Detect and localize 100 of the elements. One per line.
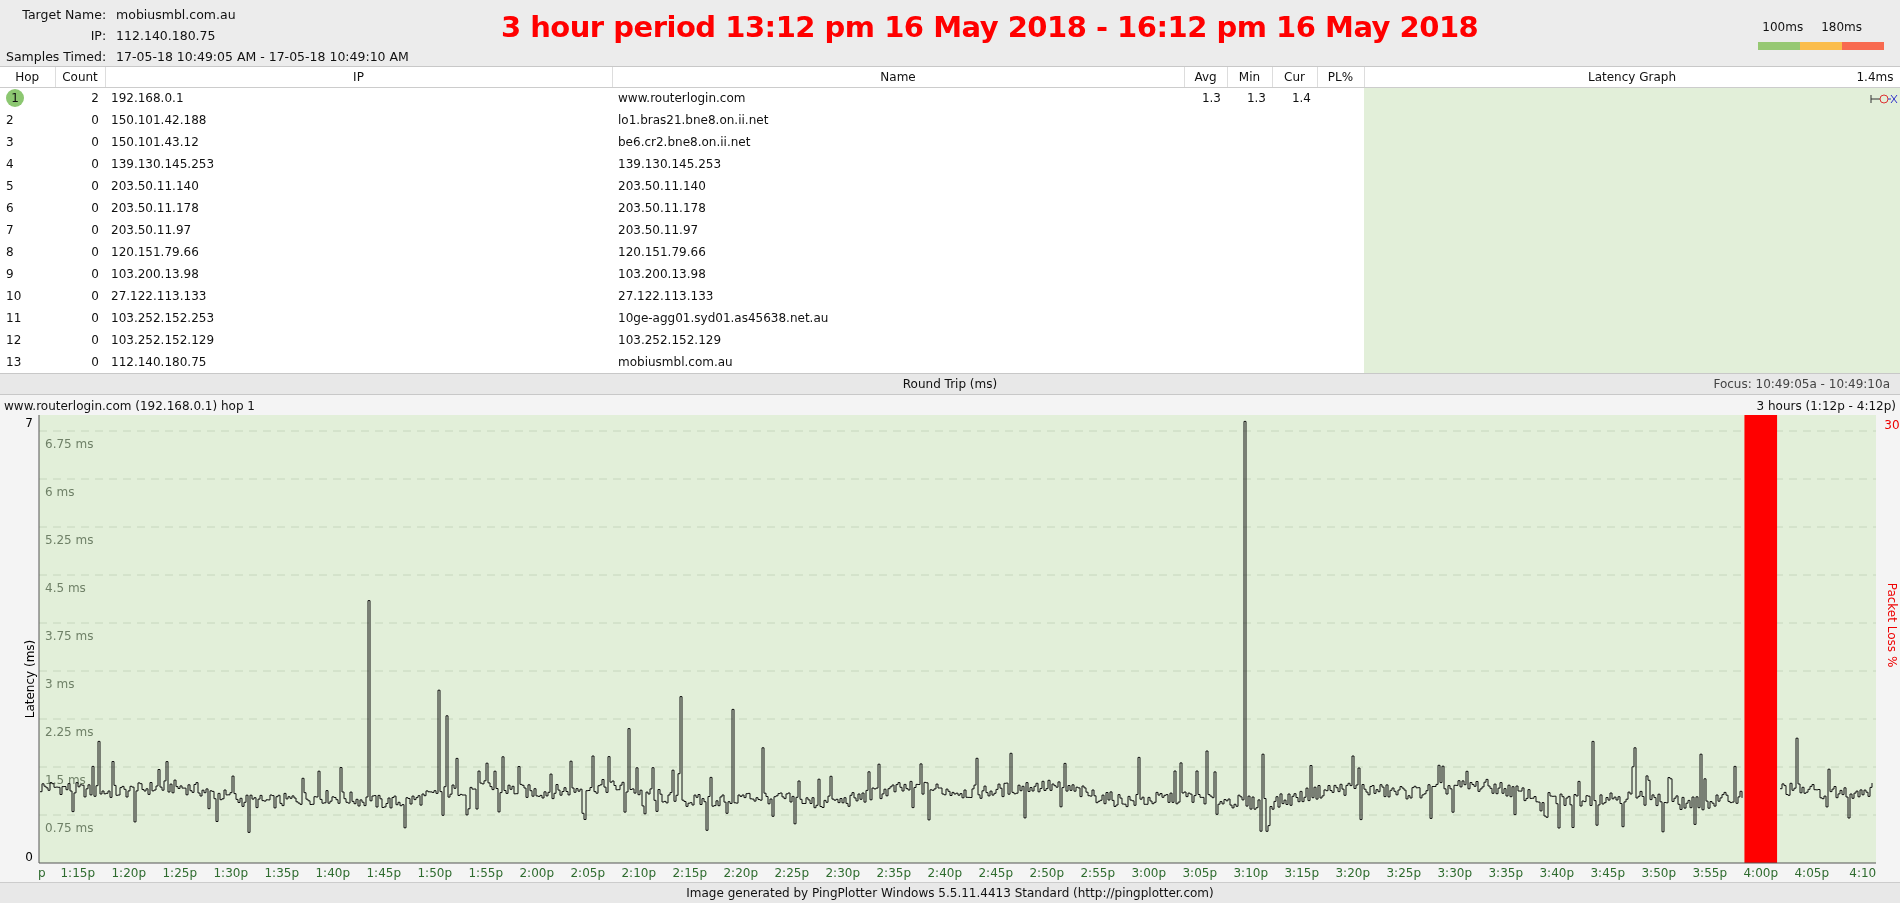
table-cell: 103.252.152.129 — [111, 333, 215, 347]
table-cell: 2 — [91, 91, 99, 106]
column-header[interactable]: Count — [55, 67, 105, 87]
hop-number[interactable]: 5 — [6, 179, 14, 193]
table-cell: be6.cr2.bne8.on.ii.net — [618, 135, 751, 149]
table-cell: 1.3 — [1246, 91, 1266, 106]
x-axis-label: 3:15p — [1284, 866, 1320, 880]
table-cell: 0 — [91, 157, 99, 171]
table-cell: 0 — [91, 179, 99, 193]
table-cell: 0 — [91, 245, 99, 259]
hop-number[interactable]: 11 — [6, 311, 22, 325]
table-cell: 139.130.145.253 — [111, 157, 215, 171]
threshold-label: 100ms — [1762, 19, 1804, 36]
table-cell: 203.50.11.178 — [618, 201, 706, 215]
table-cell: 112.140.180.75 — [111, 355, 207, 369]
x-axis-label: 3:50p — [1641, 866, 1677, 880]
x-axis-label: 2:05p — [570, 866, 606, 880]
grid-label: 2.25 ms — [45, 725, 94, 739]
table-cell: 203.50.11.97 — [618, 223, 699, 237]
table-cell: 103.252.152.253 — [111, 311, 215, 325]
hop-number[interactable]: 1 — [6, 89, 24, 108]
x-axis-label: 3:10p — [1233, 866, 1269, 880]
period-title: 3 hour period 13:12 pm 16 May 2018 - 16:12 pm 16 May 2018 — [500, 9, 1479, 46]
hop-number[interactable]: 13 — [6, 355, 22, 369]
hop-number[interactable]: 10 — [6, 289, 22, 303]
x-axis-label: 2:00p — [519, 866, 555, 880]
table-cell: 10ge-agg01.syd01.as45638.net.au — [618, 311, 829, 325]
x-axis-label: 3:40p — [1539, 866, 1575, 880]
axis-max: 7 — [25, 416, 33, 430]
x-axis-label: 2:25p — [774, 866, 810, 880]
column-header[interactable]: Cur — [1272, 67, 1317, 87]
hop-number[interactable]: 8 — [6, 245, 14, 259]
x-axis-label: 3:45p — [1590, 866, 1626, 880]
hop-number[interactable]: 7 — [6, 223, 14, 237]
x-axis-label: 1:45p — [366, 866, 402, 880]
column-header[interactable]: Latency Graph — [1587, 69, 1677, 84]
table-cell: 139.130.145.253 — [618, 157, 722, 171]
x-axis-label: 3:35p — [1488, 866, 1524, 880]
table-cell: mobiusmbl.com.au — [618, 355, 733, 369]
axis-min: 0 — [25, 850, 33, 864]
table-cell: 0 — [91, 223, 99, 237]
column-header[interactable]: Min — [1227, 67, 1272, 87]
graph-scale: 1.4ms — [1856, 68, 1894, 86]
table-cell: www.routerlogin.com — [618, 91, 746, 106]
table-cell: 0 — [91, 311, 99, 325]
field-value: 17-05-18 10:49:05 AM - 17-05-18 10:49:10 AM — [116, 47, 409, 66]
x-axis-label: 4:05p — [1794, 866, 1830, 880]
focus-range: Focus: 10:49:05a - 10:49:10a — [1713, 376, 1890, 393]
section-title: Round Trip (ms) — [902, 376, 998, 393]
table-cell: 27.122.113.133 — [111, 289, 207, 303]
loss-axis-title: Packet Loss % — [1885, 582, 1899, 668]
x-axis-label: 2:40p — [927, 866, 963, 880]
x-axis-label: 2:10p — [621, 866, 657, 880]
hop-number[interactable]: 2 — [6, 113, 14, 127]
x-axis-label: 1:30p — [213, 866, 249, 880]
hop-number[interactable]: 3 — [6, 135, 14, 149]
x-axis-label: 1:20p — [111, 866, 147, 880]
grid-label: 4.5 ms — [45, 581, 86, 595]
x-axis-label: 1:50p — [417, 866, 453, 880]
table-cell: 103.200.13.98 — [618, 267, 706, 281]
hop-number[interactable]: 4 — [6, 157, 14, 171]
x-axis-label: 2:20p — [723, 866, 759, 880]
column-header[interactable]: Avg — [1184, 67, 1227, 87]
hop-number[interactable]: 6 — [6, 201, 14, 215]
x-axis-label: 3:00p — [1131, 866, 1167, 880]
field-label: Samples Timed: — [6, 47, 107, 66]
table-cell: 0 — [91, 355, 99, 369]
grid-label: 6 ms — [45, 485, 75, 499]
x-axis-label: p — [38, 866, 46, 880]
table-cell: 0 — [91, 201, 99, 215]
column-header[interactable]: Hop — [0, 67, 55, 87]
table-cell: 120.151.79.66 — [111, 245, 199, 259]
grid-label: 3 ms — [45, 677, 75, 691]
x-axis-label: 2:30p — [825, 866, 861, 880]
table-cell: 150.101.42.188 — [111, 113, 207, 127]
x-axis-label: 1:25p — [162, 866, 198, 880]
column-header[interactable]: PL% — [1317, 67, 1364, 87]
field-value: mobiusmbl.com.au — [116, 6, 237, 24]
hop-number[interactable]: 9 — [6, 267, 14, 281]
grid-label: 6.75 ms — [45, 437, 94, 451]
x-axis-label: 2:50p — [1029, 866, 1065, 880]
grid-label: 3.75 ms — [45, 629, 94, 643]
x-axis-label: 3:55p — [1692, 866, 1728, 880]
hop-number[interactable]: 12 — [6, 333, 22, 347]
table-cell: 203.50.11.97 — [111, 223, 192, 237]
table-cell: 0 — [91, 333, 99, 347]
column-header[interactable]: Name — [612, 67, 1184, 87]
hop-label: www.routerlogin.com (192.168.0.1) hop 1 — [4, 398, 255, 415]
table-cell: 27.122.113.133 — [618, 289, 714, 303]
x-axis-label: 1:55p — [468, 866, 504, 880]
table-cell: 203.50.11.140 — [111, 179, 199, 193]
table-cell: 1.3 — [1201, 91, 1221, 106]
x-axis-label: 3:30p — [1437, 866, 1473, 880]
threshold-label: 180ms — [1821, 19, 1862, 36]
x-axis-label: 4:00p — [1743, 866, 1779, 880]
table-cell: 203.50.11.178 — [111, 201, 199, 215]
x-axis-label: 2:15p — [672, 866, 708, 880]
x-axis-label: 3:25p — [1386, 866, 1422, 880]
column-header[interactable]: IP — [105, 67, 612, 87]
table-cell: 103.200.13.98 — [111, 267, 199, 281]
